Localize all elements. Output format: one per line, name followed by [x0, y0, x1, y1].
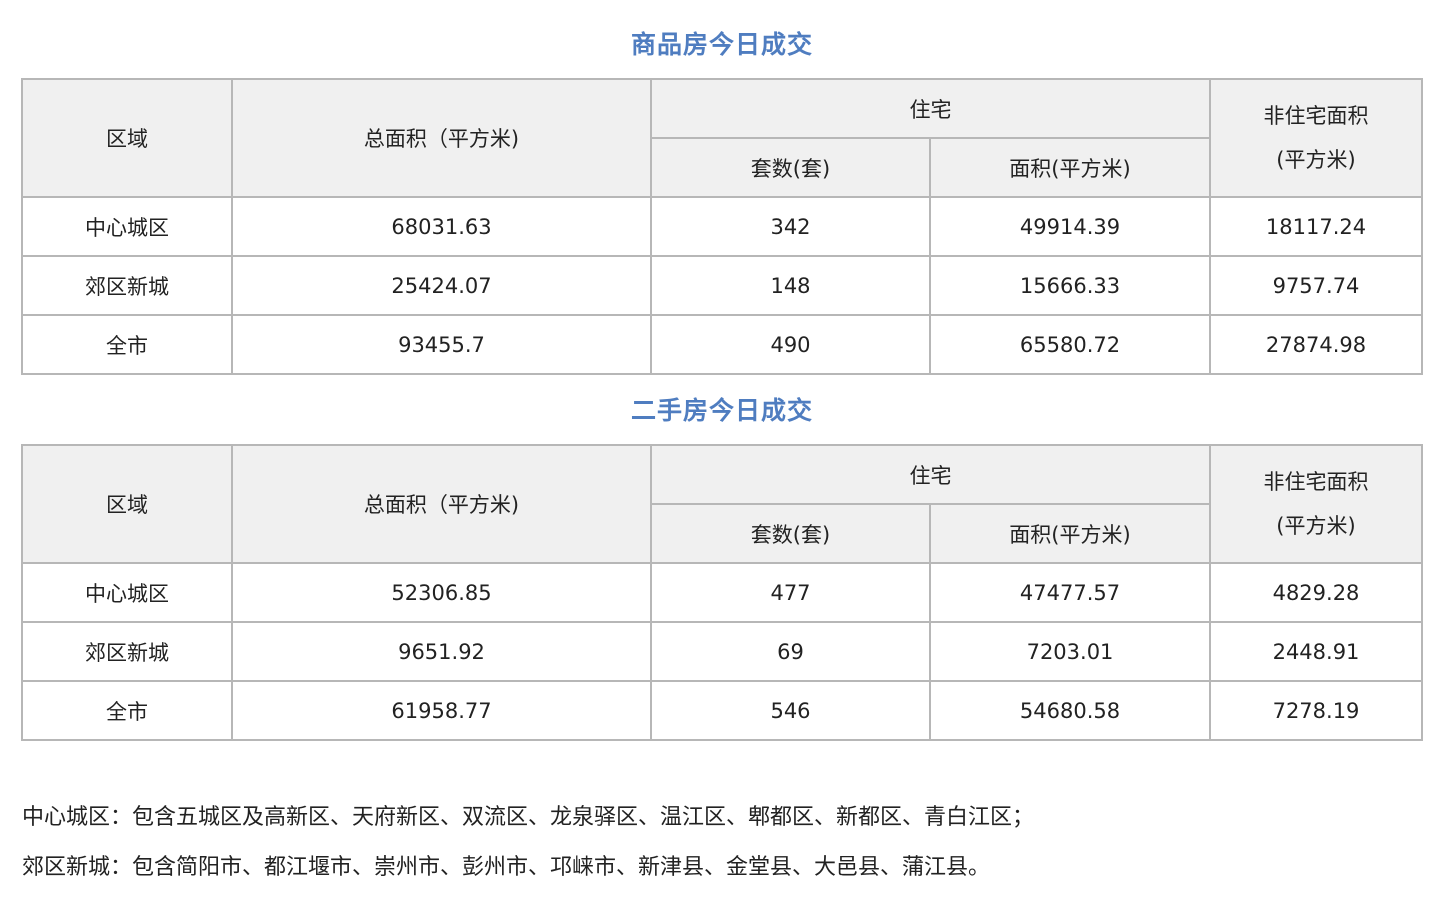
cell-residential-area: 49914.39 [929, 196, 1211, 257]
suburban-district-note: 郊区新城：包含简阳市、都江堰市、崇州市、彭州市、邛崃市、新津县、金堂县、大邑县、… [22, 855, 991, 880]
header-non-residential-line1: 非住宅面积 [1263, 470, 1369, 494]
header-units: 套数(套) [650, 503, 931, 564]
cell-region: 郊区新城 [21, 621, 233, 682]
table-row: 中心城区 52306.85 477 47477.57 4829.28 [21, 562, 1423, 623]
header-units: 套数(套) [650, 137, 931, 198]
cell-total-area: 93455.7 [231, 314, 652, 375]
table-row: 郊区新城 25424.07 148 15666.33 9757.74 [21, 255, 1423, 316]
table-row: 郊区新城 9651.92 69 7203.01 2448.91 [21, 621, 1423, 682]
header-non-residential-line2: (平方米) [1276, 514, 1356, 538]
header-residential-area: 面积(平方米) [929, 503, 1211, 564]
cell-total-area: 25424.07 [231, 255, 652, 316]
cell-non-residential-area: 27874.98 [1209, 314, 1423, 375]
cell-region: 中心城区 [21, 196, 233, 257]
header-non-residential-area: 非住宅面积 (平方米) [1209, 78, 1423, 198]
cell-non-residential-area: 9757.74 [1209, 255, 1423, 316]
cell-total-area: 61958.77 [231, 680, 652, 741]
cell-residential-area: 65580.72 [929, 314, 1211, 375]
cell-residential-area: 7203.01 [929, 621, 1211, 682]
header-residential: 住宅 [650, 444, 1211, 505]
cell-non-residential-area: 18117.24 [1209, 196, 1423, 257]
table-row: 全市 61958.77 546 54680.58 7278.19 [21, 680, 1423, 741]
cell-units: 342 [650, 196, 931, 257]
central-district-note: 中心城区：包含五城区及高新区、天府新区、双流区、龙泉驿区、温江区、郫都区、新都区… [22, 805, 1035, 830]
cell-total-area: 68031.63 [231, 196, 652, 257]
cell-residential-area: 54680.58 [929, 680, 1211, 741]
cell-units: 69 [650, 621, 931, 682]
header-non-residential-line2: (平方米) [1276, 148, 1356, 172]
cell-total-area: 9651.92 [231, 621, 652, 682]
cell-region: 全市 [21, 680, 233, 741]
table-row: 全市 93455.7 490 65580.72 27874.98 [21, 314, 1423, 375]
cell-non-residential-area: 2448.91 [1209, 621, 1423, 682]
cell-region: 中心城区 [21, 562, 233, 623]
new-housing-table: 区域 总面积（平方米) 住宅 非住宅面积 (平方米) 套数(套) 面积(平方米)… [21, 78, 1423, 375]
table-row: 中心城区 68031.63 342 49914.39 18117.24 [21, 196, 1423, 257]
header-total-area: 总面积（平方米) [231, 78, 652, 198]
cell-total-area: 52306.85 [231, 562, 652, 623]
cell-residential-area: 15666.33 [929, 255, 1211, 316]
second-hand-housing-title: 二手房今日成交 [630, 396, 813, 425]
cell-units: 490 [650, 314, 931, 375]
cell-non-residential-area: 7278.19 [1209, 680, 1423, 741]
header-residential: 住宅 [650, 78, 1211, 139]
cell-units: 477 [650, 562, 931, 623]
cell-non-residential-area: 4829.28 [1209, 562, 1423, 623]
header-region: 区域 [21, 78, 233, 198]
header-total-area: 总面积（平方米) [231, 444, 652, 564]
second-hand-housing-table: 区域 总面积（平方米) 住宅 非住宅面积 (平方米) 套数(套) 面积(平方米)… [21, 444, 1423, 741]
header-non-residential-area: 非住宅面积 (平方米) [1209, 444, 1423, 564]
header-region: 区域 [21, 444, 233, 564]
cell-units: 546 [650, 680, 931, 741]
new-housing-title: 商品房今日成交 [630, 30, 813, 59]
header-non-residential-line1: 非住宅面积 [1263, 104, 1369, 128]
cell-region: 全市 [21, 314, 233, 375]
cell-residential-area: 47477.57 [929, 562, 1211, 623]
cell-region: 郊区新城 [21, 255, 233, 316]
cell-units: 148 [650, 255, 931, 316]
header-residential-area: 面积(平方米) [929, 137, 1211, 198]
